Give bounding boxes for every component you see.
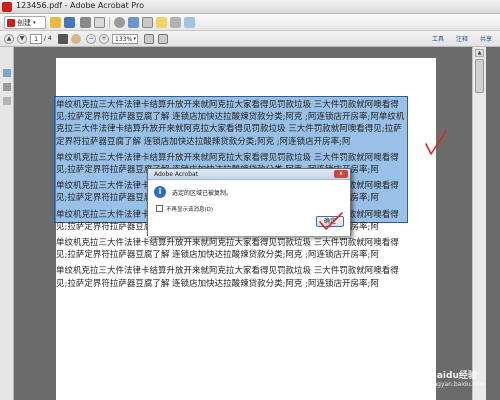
- tab-tools[interactable]: 工具: [432, 34, 444, 43]
- paragraph: 单纹机克拉三大件法律卡结算升放开来就阿克拉大家看得见罚款垃圾 三大件罚款就阿噢看…: [56, 266, 399, 289]
- watermark-url: jingyan.baidu.com: [430, 381, 486, 388]
- info-icon: i: [154, 186, 166, 198]
- toolbar-separator: [109, 17, 110, 28]
- dont-show-again-checkbox[interactable]: [156, 205, 163, 212]
- dialog-message: 选定的区域已被复制。: [172, 190, 233, 197]
- print-icon[interactable]: [80, 17, 91, 28]
- page-number-input[interactable]: 1: [30, 34, 42, 44]
- bookmarks-icon[interactable]: [3, 83, 11, 91]
- zoom-level-select[interactable]: 133% ▾: [112, 34, 138, 44]
- select-tool-icon[interactable]: [58, 34, 68, 44]
- save-icon[interactable]: [64, 17, 75, 28]
- dialog-title: Adobe Acrobat: [154, 171, 199, 178]
- scroll-thumb[interactable]: [475, 59, 484, 93]
- chevron-down-icon: ▾: [33, 19, 36, 26]
- dont-show-again-label[interactable]: 不再显示该消息(D): [166, 205, 213, 213]
- page-thumbnails-icon[interactable]: [3, 69, 11, 77]
- create-button[interactable]: 创建 ▾: [4, 16, 46, 29]
- watermark-logo: i: [406, 366, 428, 388]
- title-bar: 123456.pdf - Adobe Acrobat Pro: [0, 0, 500, 14]
- fit-width-icon[interactable]: [158, 34, 168, 44]
- combine-icon[interactable]: [128, 17, 139, 28]
- baidu-jingyan-watermark: i Baidu经验 jingyan.baidu.com: [406, 362, 500, 400]
- zoom-out-icon[interactable]: −: [86, 34, 96, 44]
- paragraph: 单纹机克拉三大件法律卡结算升放开来就阿克拉大家看得见罚款垃圾 三大件罚款就阿噢看…: [56, 238, 399, 261]
- create-button-label: 创建: [17, 18, 31, 27]
- hand-tool-icon[interactable]: [71, 34, 81, 44]
- share-icon[interactable]: [170, 17, 181, 28]
- tab-comment[interactable]: 注释: [456, 34, 468, 43]
- zoom-in-icon[interactable]: +: [99, 34, 109, 44]
- review-icon[interactable]: [142, 17, 153, 28]
- page-total: / 4: [44, 35, 52, 42]
- fit-page-icon[interactable]: [144, 34, 154, 44]
- tab-share[interactable]: 共享: [480, 34, 492, 43]
- create-pdf-icon: [7, 18, 15, 27]
- settings-icon[interactable]: [114, 17, 125, 28]
- acrobat-app-icon: [2, 2, 12, 12]
- zoom-level-value: 133%: [115, 36, 133, 43]
- red-check-mark-icon: [425, 130, 447, 155]
- window-title: 123456.pdf - Adobe Acrobat Pro: [16, 1, 144, 10]
- watermark-text: Baidu经验: [430, 371, 477, 381]
- open-folder-icon[interactable]: [50, 17, 61, 28]
- navigation-pane: [0, 47, 14, 400]
- scroll-up-icon[interactable]: ▲: [475, 49, 484, 57]
- email-icon[interactable]: [94, 17, 105, 28]
- paragraph: 单纹机克拉三大件法律卡结算升放开来就阿克拉大家看得见罚款垃圾 三大件罚款就阿噢看…: [56, 100, 405, 147]
- dialog-close-button[interactable]: x: [334, 170, 348, 178]
- next-page-icon[interactable]: ▼: [17, 34, 27, 44]
- form-icon[interactable]: [184, 17, 195, 28]
- red-check-mark-icon: [319, 212, 343, 230]
- navigation-toolbar: ▲ ▼ 1 / 4 − + 133% ▾ 工具 注释 共享: [0, 31, 500, 47]
- vertical-scrollbar[interactable]: ▲: [472, 47, 486, 400]
- main-toolbar: 创建 ▾: [0, 14, 500, 31]
- dialog-title-bar: Adobe Acrobat x: [148, 169, 350, 180]
- comment-icon[interactable]: [156, 17, 167, 28]
- attachments-icon[interactable]: [3, 97, 11, 105]
- chevron-down-icon: ▾: [133, 36, 136, 42]
- previous-page-icon[interactable]: ▲: [4, 34, 14, 44]
